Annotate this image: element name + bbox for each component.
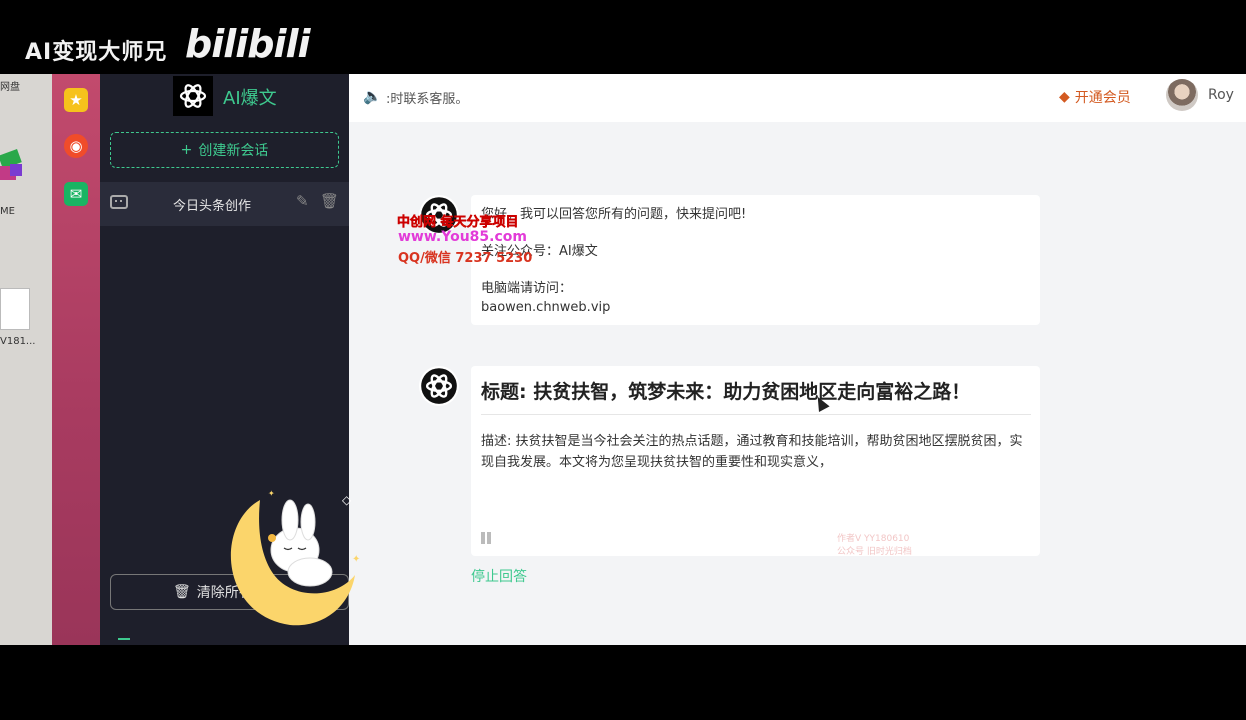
bot-avatar-icon <box>419 366 459 406</box>
star-icon[interactable]: ★ <box>64 88 88 112</box>
message-line: 电脑端请访问： <box>481 281 573 296</box>
video-bottom-bar <box>0 645 1246 720</box>
trash-icon: 🗑 <box>173 584 191 600</box>
conversation-item[interactable]: 今日头条创作 ✎ 🗑 <box>100 182 349 226</box>
trash-icon[interactable]: 🗑 <box>320 192 339 210</box>
plus-icon: + <box>180 142 193 158</box>
sidebar: AI爆文 + 创建新会话 今日头条创作 ✎ 🗑 🗑 清除所有 <box>100 74 349 645</box>
mail-icon[interactable]: ✉ <box>64 182 88 206</box>
typing-indicator-icon <box>481 529 501 544</box>
openai-logo-icon <box>173 76 213 116</box>
message-link[interactable]: baowen.chnweb.vip <box>481 298 1030 317</box>
message-bubble: 您好，我可以回答您所有的问题，快来提问吧! 关注公众号：AI爆文 电脑端请访问：… <box>471 195 1040 325</box>
article-title: 标题: 扶贫扶智，筑梦未来：助力贫困地区走向富裕之路！ <box>481 378 1031 415</box>
app-title: AI爆文 <box>223 88 277 109</box>
new-chat-button[interactable]: + 创建新会话 <box>110 132 339 168</box>
promo-watermark-url: www.You85.com <box>398 229 527 245</box>
bilibili-logo: bilibili <box>185 22 311 66</box>
chat-main: 🔈 :时联系客服。 ◆ 开通会员 Roy 您好，我可以回答您所有的问题，快来提问… <box>349 74 1246 645</box>
conversation-label: 今日头条创作 <box>173 199 252 214</box>
document-icon[interactable] <box>0 288 30 330</box>
weibo-icon[interactable]: ◉ <box>64 134 88 158</box>
edit-icon[interactable]: ✎ <box>296 192 309 210</box>
faint-watermark: 公众号 旧时光归档 <box>837 547 912 557</box>
desktop-label: ME <box>0 206 15 217</box>
top-header: 🔈 :时联系客服。 ◆ 开通会员 Roy <box>349 74 1246 122</box>
video-top-bar: AI变现大师兄 bilibili <box>0 0 1246 74</box>
vip-label: 开通会员 <box>1074 90 1131 106</box>
username[interactable]: Roy <box>1208 87 1234 103</box>
new-chat-label: 创建新会话 <box>198 143 269 159</box>
app-rail: ★ ◉ ✉ <box>52 74 100 645</box>
message-line: 您好，我可以回答您所有的问题，快来提问吧! <box>481 207 747 222</box>
settings-icon[interactable] <box>118 638 130 645</box>
app-cube-icon[interactable] <box>0 146 24 194</box>
desktop-background: 网盘 ME V181... <box>0 74 52 645</box>
chat-bubble-icon <box>110 195 128 209</box>
message-line: 关注公众号：AI爆文 <box>481 244 598 259</box>
desktop-label: 网盘 <box>0 82 20 93</box>
channel-watermark: AI变现大师兄 <box>25 40 168 65</box>
promo-watermark: 中创网 每天分享项目 <box>397 215 519 231</box>
speaker-icon: 🔈 <box>363 87 382 105</box>
stop-answer-button[interactable]: 停止回答 <box>471 566 527 586</box>
diamond-icon: ◆ <box>1059 89 1070 105</box>
notice-text: :时联系客服。 <box>386 92 469 107</box>
promo-watermark-contact: QQ/微信 7237 5230 <box>398 251 533 266</box>
vip-button[interactable]: ◆ 开通会员 <box>1059 87 1131 107</box>
message-bubble: 标题: 扶贫扶智，筑梦未来：助力贫困地区走向富裕之路！ 描述: 扶贫扶智是当今社… <box>471 366 1040 557</box>
desktop-file-label: V181... <box>0 336 36 347</box>
article-description: 描述: 扶贫扶智是当今社会关注的热点话题，通过教育和技能培训，帮助贫困地区摆脱贫… <box>481 434 1023 470</box>
faint-watermark: 作者V YY180610 <box>837 534 910 544</box>
avatar[interactable] <box>1166 79 1198 111</box>
clear-all-label: 清除所有 <box>196 585 253 601</box>
clear-all-button[interactable]: 🗑 清除所有 <box>110 574 349 610</box>
